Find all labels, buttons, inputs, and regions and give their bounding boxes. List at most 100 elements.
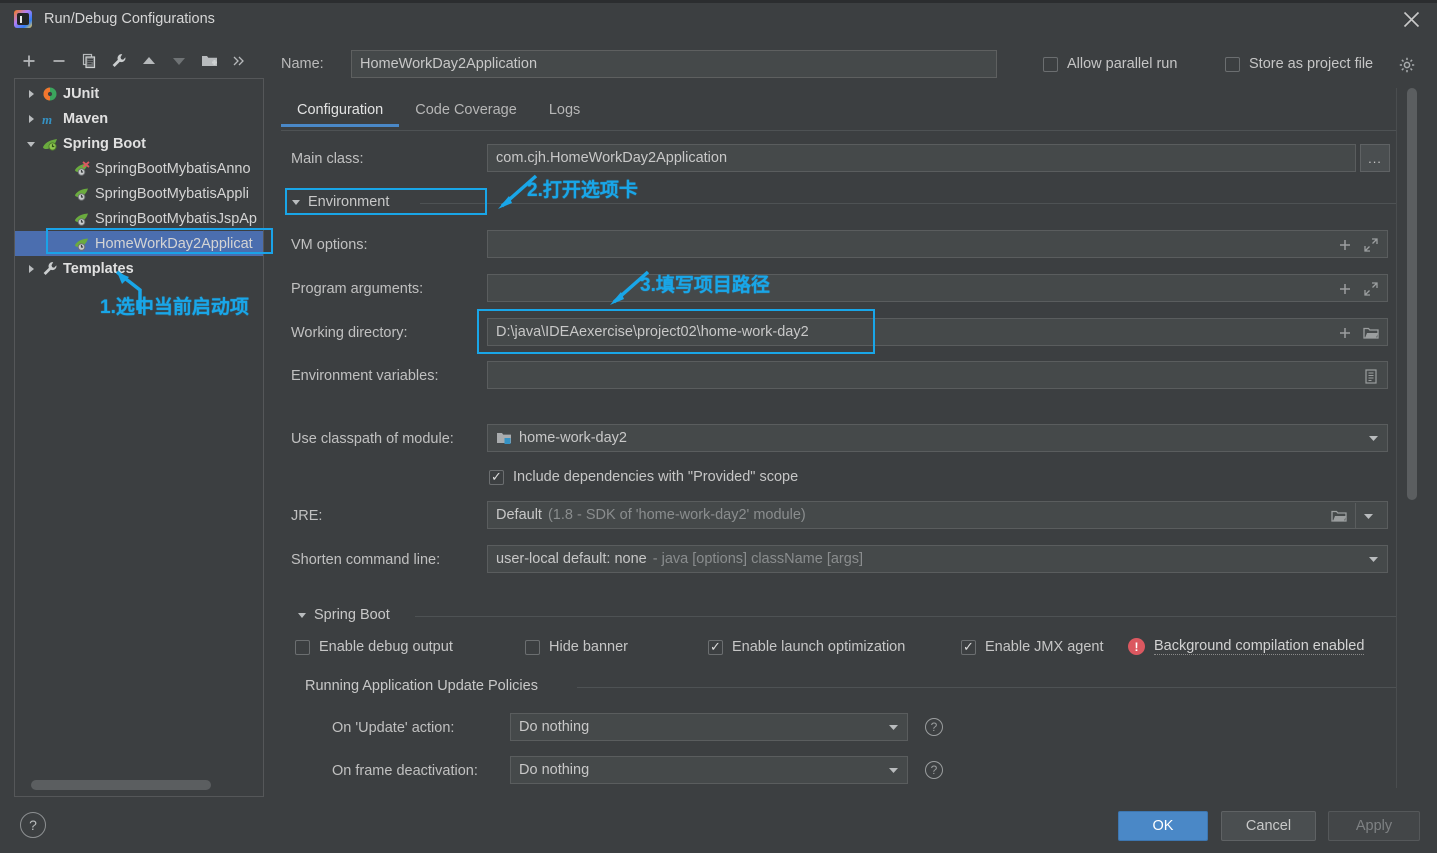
vm-options-field[interactable] bbox=[487, 230, 1388, 258]
on-update-action-help-icon[interactable]: ? bbox=[925, 718, 943, 736]
environment-section-label: Environment bbox=[308, 194, 390, 210]
triangle-right-icon[interactable] bbox=[23, 86, 39, 102]
vm-options-field-icons bbox=[1335, 231, 1387, 257]
plus-icon[interactable] bbox=[1335, 323, 1355, 343]
copy-configuration-button[interactable] bbox=[74, 47, 104, 75]
name-input[interactable] bbox=[351, 50, 997, 78]
background-compilation-warning[interactable]: ! Background compilation enabled bbox=[1128, 638, 1365, 655]
environment-section-header[interactable]: Environment bbox=[291, 194, 389, 210]
enable-jmx-agent-checkbox[interactable]: Enable JMX agent bbox=[961, 639, 1104, 655]
close-icon[interactable] bbox=[1399, 7, 1423, 31]
jre-field-icons bbox=[1329, 502, 1387, 528]
gear-icon[interactable] bbox=[1399, 57, 1415, 76]
hide-banner-checkbox[interactable]: Hide banner bbox=[525, 639, 628, 655]
remove-configuration-button[interactable] bbox=[44, 47, 74, 75]
plus-icon[interactable] bbox=[1335, 235, 1355, 255]
enable-debug-output-checkbox-box bbox=[295, 639, 310, 655]
vm-options-label: VM options: bbox=[291, 237, 368, 253]
tree-item-homeworkday2applicat[interactable]: HomeWorkDay2Applicat bbox=[15, 231, 263, 256]
folder-icon[interactable] bbox=[1329, 506, 1349, 526]
tree-item-templates[interactable]: Templates bbox=[15, 256, 263, 281]
tabs-divider bbox=[281, 130, 1396, 131]
triangle-down-icon[interactable] bbox=[23, 136, 39, 152]
on-frame-deactivation-help-icon[interactable]: ? bbox=[925, 761, 943, 779]
jre-field[interactable]: Default (1.8 - SDK of 'home-work-day2' m… bbox=[487, 501, 1388, 529]
right-pane-divider bbox=[1396, 88, 1397, 788]
spring-boot-icon bbox=[41, 136, 59, 152]
configurations-tree[interactable]: JUnit m Maven Spring Boot SpringBootMybatisA… bbox=[14, 78, 264, 797]
folder-icon[interactable] bbox=[1361, 323, 1381, 343]
expand-icon[interactable] bbox=[1361, 235, 1381, 255]
dialog-help-button[interactable]: ? bbox=[20, 812, 46, 838]
tree-item-label: SpringBootMybatisJspAp bbox=[95, 210, 257, 227]
chevron-double-right-icon[interactable] bbox=[224, 47, 254, 75]
cancel-button[interactable]: Cancel bbox=[1221, 811, 1316, 841]
enable-jmx-agent-label: Enable JMX agent bbox=[985, 639, 1104, 655]
tree-item-spring-boot[interactable]: Spring Boot bbox=[15, 131, 263, 156]
main-class-field[interactable]: com.cjh.HomeWorkDay2Application bbox=[487, 144, 1356, 172]
enable-debug-output-checkbox[interactable]: Enable debug output bbox=[295, 639, 453, 655]
tree-item-maven[interactable]: m Maven bbox=[15, 106, 263, 131]
hide-banner-checkbox-box bbox=[525, 639, 540, 655]
configuration-pane-vscrollbar-thumb[interactable] bbox=[1407, 88, 1417, 500]
enable-launch-optimization-label: Enable launch optimization bbox=[732, 639, 906, 655]
include-provided-scope-checkbox[interactable]: Include dependencies with "Provided" sco… bbox=[489, 469, 798, 485]
triangle-down-icon bbox=[297, 607, 307, 623]
wrench-icon[interactable] bbox=[104, 47, 134, 75]
enable-launch-optimization-checkbox[interactable]: Enable launch optimization bbox=[708, 639, 905, 655]
tab-label: Code Coverage bbox=[415, 102, 517, 118]
tab-code-coverage[interactable]: Code Coverage bbox=[399, 98, 533, 127]
spring-boot-section-header[interactable]: Spring Boot bbox=[297, 607, 390, 623]
spring-boot-section-label: Spring Boot bbox=[314, 607, 390, 623]
spring-run-config-icon bbox=[73, 186, 91, 202]
on-update-action-value: Do nothing bbox=[519, 719, 590, 735]
annotation-text-1: 1.选中当前启动项 bbox=[100, 297, 249, 318]
tree-item-label: Spring Boot bbox=[63, 135, 146, 152]
on-frame-deactivation-dropdown[interactable]: Do nothing bbox=[510, 756, 908, 784]
chevron-down-icon[interactable] bbox=[1355, 503, 1381, 528]
error-icon: ! bbox=[1128, 638, 1145, 655]
plus-icon[interactable] bbox=[1335, 279, 1355, 299]
environment-variables-field-icons bbox=[1361, 362, 1387, 388]
wrench-icon bbox=[41, 261, 59, 277]
main-class-browse-button[interactable]: ... bbox=[1360, 144, 1390, 172]
program-arguments-label: Program arguments: bbox=[291, 281, 424, 297]
shorten-command-line-dropdown[interactable]: user-local default: none - java [options… bbox=[487, 545, 1388, 573]
run-debug-configurations-dialog: Run/Debug Configurations JUnit m Maven S… bbox=[0, 0, 1437, 853]
tree-item-junit[interactable]: JUnit bbox=[15, 81, 263, 106]
list-icon[interactable] bbox=[1361, 366, 1381, 386]
folder-add-icon[interactable] bbox=[194, 47, 224, 75]
working-directory-field-icons bbox=[1335, 319, 1387, 345]
spring-run-config-icon bbox=[73, 160, 91, 177]
shorten-command-line-label: Shorten command line: bbox=[291, 552, 441, 568]
tree-hscrollbar-thumb[interactable] bbox=[31, 780, 211, 790]
arrow-up-icon[interactable] bbox=[134, 47, 164, 75]
tab-configuration[interactable]: Configuration bbox=[281, 98, 400, 127]
tab-logs[interactable]: Logs bbox=[533, 98, 596, 127]
tree-item-springbootmybatisanno[interactable]: SpringBootMybatisAnno bbox=[15, 156, 263, 181]
apply-button[interactable]: Apply bbox=[1328, 811, 1420, 841]
triangle-right-icon[interactable] bbox=[23, 111, 39, 127]
use-classpath-of-module-dropdown[interactable]: home-work-day2 bbox=[487, 424, 1388, 452]
environment-section-rule bbox=[420, 203, 1396, 204]
expand-icon[interactable] bbox=[1361, 279, 1381, 299]
tree-item-springbootmybatisjspap[interactable]: SpringBootMybatisJspAp bbox=[15, 206, 263, 231]
update-policies-section-rule bbox=[577, 687, 1396, 688]
module-icon bbox=[496, 431, 512, 445]
arrow-down-icon[interactable] bbox=[164, 47, 194, 75]
environment-variables-field[interactable] bbox=[487, 361, 1388, 389]
triangle-right-icon[interactable] bbox=[23, 261, 39, 277]
store-as-project-file-checkbox[interactable]: Store as project file bbox=[1225, 56, 1373, 72]
program-arguments-field[interactable] bbox=[487, 274, 1388, 302]
main-class-browse-label: ... bbox=[1368, 150, 1382, 166]
add-configuration-button[interactable] bbox=[14, 47, 44, 75]
jre-value: Default bbox=[496, 507, 542, 523]
ok-button[interactable]: OK bbox=[1118, 811, 1208, 841]
tree-item-springbootmybatisappli[interactable]: SpringBootMybatisAppli bbox=[15, 181, 263, 206]
working-directory-field[interactable]: D:\java\IDEAexercise\project02\home-work… bbox=[487, 318, 1388, 346]
allow-parallel-run-checkbox[interactable]: Allow parallel run bbox=[1043, 56, 1177, 72]
jre-value-hint: (1.8 - SDK of 'home-work-day2' module) bbox=[547, 507, 806, 523]
on-update-action-dropdown[interactable]: Do nothing bbox=[510, 713, 908, 741]
use-classpath-of-module-value: home-work-day2 bbox=[519, 430, 627, 446]
